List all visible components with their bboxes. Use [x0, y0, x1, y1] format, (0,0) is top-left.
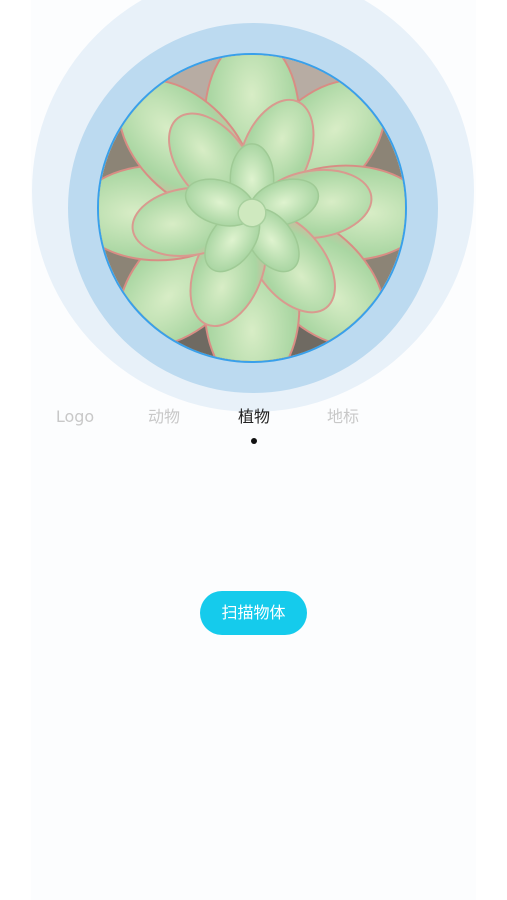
succulent-image: [99, 55, 405, 361]
tab-animal[interactable]: 动物: [148, 404, 180, 430]
tab-logo[interactable]: Logo: [56, 404, 94, 430]
tab-plant[interactable]: 植物: [238, 404, 270, 430]
tab-landmark[interactable]: 地标: [327, 404, 359, 430]
scan-object-button[interactable]: 扫描物体: [200, 591, 307, 635]
active-tab-indicator: [251, 438, 257, 444]
screen: Logo 动物 植物 地标 扫描物体: [0, 0, 507, 900]
category-tabs: Logo 动物 植物 地标: [0, 404, 507, 430]
plant-photo: [97, 53, 407, 363]
